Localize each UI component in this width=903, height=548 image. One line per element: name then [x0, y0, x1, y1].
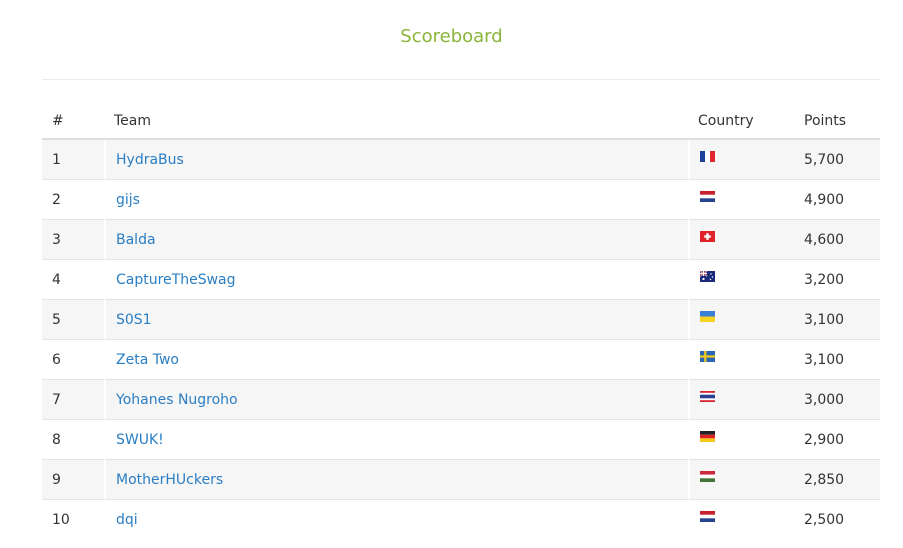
country-cell — [688, 140, 794, 179]
header-country[interactable]: Country — [688, 103, 794, 140]
flag-hu-icon — [700, 471, 715, 482]
flag-au-icon — [700, 271, 715, 282]
points-cell: 2,850 — [794, 459, 880, 499]
points-cell: 3,000 — [794, 379, 880, 419]
team-link[interactable]: CaptureTheSwag — [116, 272, 236, 288]
rank-cell: 3 — [42, 219, 104, 259]
title-divider — [42, 79, 881, 80]
rank-cell: 1 — [42, 140, 104, 179]
team-cell: MotherHUckers — [104, 459, 688, 499]
points-cell: 4,600 — [794, 219, 880, 259]
flag-nl-icon — [700, 511, 715, 522]
team-link[interactable]: Zeta Two — [116, 352, 179, 368]
team-link[interactable]: SWUK! — [116, 432, 164, 448]
rank-cell: 5 — [42, 299, 104, 339]
team-cell: dqi — [104, 499, 688, 539]
rank-cell: 9 — [42, 459, 104, 499]
rank-cell: 2 — [42, 179, 104, 219]
team-cell: Zeta Two — [104, 339, 688, 379]
points-cell: 5,700 — [794, 140, 880, 179]
flag-ch-icon — [700, 231, 715, 242]
team-link[interactable]: gijs — [116, 192, 140, 208]
rank-cell: 4 — [42, 259, 104, 299]
table-row: 10 dqi 2,500 — [42, 499, 880, 539]
table-row: 3 Balda 4,600 — [42, 219, 880, 259]
team-link[interactable]: S0S1 — [116, 312, 152, 328]
team-link[interactable]: Balda — [116, 232, 156, 248]
header-points[interactable]: Points — [794, 103, 880, 140]
flag-se-icon — [700, 351, 715, 362]
table-row: 7 Yohanes Nugroho 3,000 — [42, 379, 880, 419]
scoreboard-table: # Team Country Points 1 HydraBus 5,700 2 gij… — [42, 103, 880, 539]
table-row: 6 Zeta Two 3,100 — [42, 339, 880, 379]
country-cell — [688, 419, 794, 459]
team-link[interactable]: dqi — [116, 512, 138, 528]
points-cell: 3,100 — [794, 339, 880, 379]
table-row: 5 S0S1 3,100 — [42, 299, 880, 339]
country-cell — [688, 339, 794, 379]
rank-cell: 7 — [42, 379, 104, 419]
points-cell: 2,900 — [794, 419, 880, 459]
rank-cell: 10 — [42, 499, 104, 539]
header-rank[interactable]: # — [42, 103, 104, 140]
country-cell — [688, 499, 794, 539]
country-cell — [688, 299, 794, 339]
team-link[interactable]: HydraBus — [116, 152, 184, 168]
country-cell — [688, 259, 794, 299]
header-row: # Team Country Points — [42, 103, 880, 140]
team-link[interactable]: Yohanes Nugroho — [116, 392, 238, 408]
table-row: 4 CaptureTheSwag 3,200 — [42, 259, 880, 299]
rank-cell: 6 — [42, 339, 104, 379]
team-cell: Yohanes Nugroho — [104, 379, 688, 419]
table-row: 1 HydraBus 5,700 — [42, 140, 880, 179]
team-cell: HydraBus — [104, 140, 688, 179]
team-cell: Balda — [104, 219, 688, 259]
country-cell — [688, 459, 794, 499]
table-row: 2 gijs 4,900 — [42, 179, 880, 219]
page-title: Scoreboard — [400, 26, 503, 47]
team-cell: gijs — [104, 179, 688, 219]
points-cell: 3,100 — [794, 299, 880, 339]
flag-fr-icon — [700, 151, 715, 162]
table-row: 8 SWUK! 2,900 — [42, 419, 880, 459]
flag-ua-icon — [700, 311, 715, 322]
table-row: 9 MotherHUckers 2,850 — [42, 459, 880, 499]
points-cell: 3,200 — [794, 259, 880, 299]
flag-nl-icon — [700, 191, 715, 202]
team-cell: SWUK! — [104, 419, 688, 459]
team-link[interactable]: MotherHUckers — [116, 472, 223, 488]
country-cell — [688, 219, 794, 259]
country-cell — [688, 179, 794, 219]
team-cell: CaptureTheSwag — [104, 259, 688, 299]
flag-th-icon — [700, 391, 715, 402]
country-cell — [688, 379, 794, 419]
points-cell: 2,500 — [794, 499, 880, 539]
points-cell: 4,900 — [794, 179, 880, 219]
flag-de-icon — [700, 431, 715, 442]
team-cell: S0S1 — [104, 299, 688, 339]
rank-cell: 8 — [42, 419, 104, 459]
header-team[interactable]: Team — [104, 103, 688, 140]
